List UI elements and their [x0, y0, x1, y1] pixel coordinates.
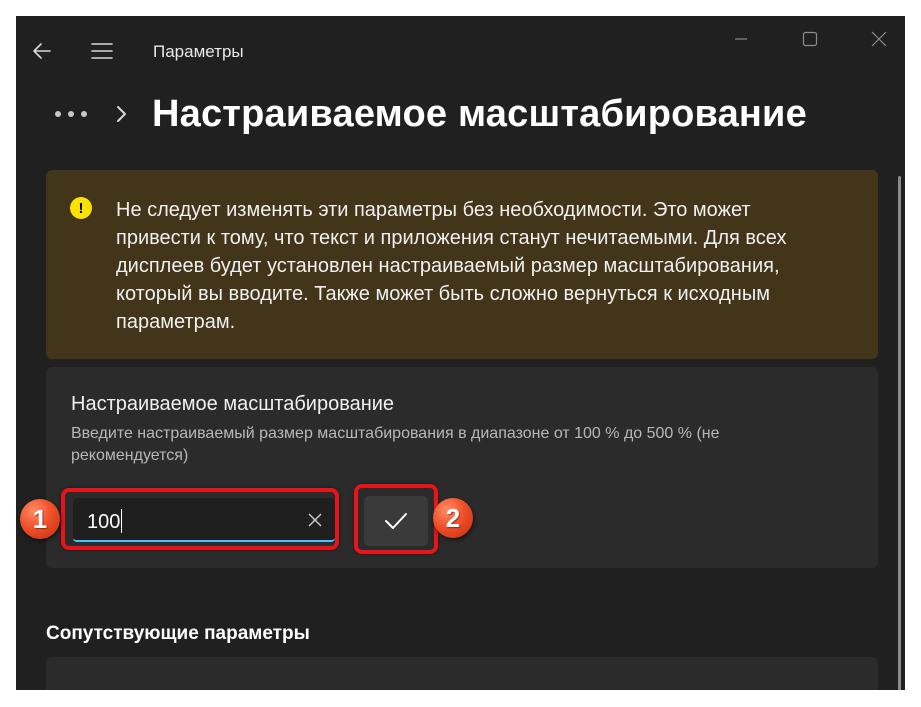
navigation-menu-button[interactable]: [86, 35, 118, 67]
close-icon: [871, 31, 887, 47]
card-description: Введите настраиваемый размер масштабиров…: [71, 425, 720, 464]
warning-icon: !: [70, 197, 92, 219]
warning-message: Не следует изменять эти параметры без не…: [116, 199, 787, 333]
breadcrumb: Настраиваемое масштабирование: [52, 86, 807, 142]
input-highlight-frame: [61, 488, 339, 550]
more-dots-icon: [55, 111, 87, 117]
maximize-button[interactable]: [787, 24, 833, 54]
step-badge-1: 1: [20, 499, 60, 539]
minimize-button[interactable]: [718, 24, 764, 54]
warning-infobar: ! Не следует изменять эти параметры без …: [46, 170, 878, 359]
title-bar: Параметры: [16, 16, 905, 74]
scrollbar[interactable]: [898, 176, 901, 690]
back-button[interactable]: [26, 35, 58, 67]
breadcrumb-more-button[interactable]: [52, 99, 90, 129]
minimize-icon: [735, 38, 747, 40]
close-button[interactable]: [856, 24, 902, 54]
apply-button-highlight-frame: [354, 484, 438, 554]
related-settings-heading: Сопутствующие параметры: [46, 623, 310, 644]
page-title: Настраиваемое масштабирование: [152, 92, 807, 135]
card-title: Настраиваемое масштабирование: [71, 393, 395, 415]
step-badge-2: 2: [433, 498, 473, 538]
hamburger-menu-icon: [91, 43, 113, 59]
settings-window: Параметры Настраиваемое масштабирование …: [16, 16, 905, 690]
related-settings-card[interactable]: [46, 657, 878, 690]
chevron-right-icon: [114, 105, 128, 123]
maximize-icon: [802, 31, 818, 47]
back-arrow-icon: [33, 43, 51, 59]
app-title: Параметры: [153, 42, 244, 61]
